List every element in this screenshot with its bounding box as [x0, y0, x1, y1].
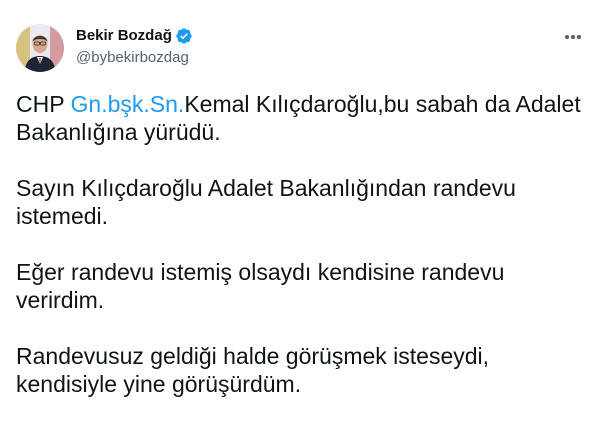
tweet-paragraph-4: Randevusuz geldiği halde görüşmek istese…: [16, 343, 490, 397]
tweet-text: CHP Gn.bşk.Sn.Kemal Kılıçdaroğlu,bu saba…: [16, 90, 586, 426]
tweet-paragraph-2: Sayın Kılıçdaroğlu Adalet Bakanlığından …: [16, 175, 516, 229]
more-dot: [565, 35, 569, 39]
more-options-icon[interactable]: [560, 26, 586, 48]
more-dot: [571, 35, 575, 39]
author-block: Bekir Bozdağ @bybekirbozdag: [76, 26, 538, 70]
tweet-card: Bekir Bozdağ @bybekirbozdag CHP Gn.bşk.S…: [0, 0, 598, 401]
more-dot: [577, 35, 581, 39]
verified-badge-icon: [175, 27, 193, 45]
tweet-paragraph-3: Eğer randevu istemiş olsaydı kendisine r…: [16, 259, 505, 313]
tweet-paragraph-1: CHP Gn.bşk.Sn.Kemal Kılıçdaroğlu,bu saba…: [16, 90, 586, 146]
text-prefix: CHP: [16, 91, 71, 117]
handle[interactable]: @bybekirbozdag: [76, 48, 538, 68]
avatar[interactable]: [16, 24, 64, 72]
tweet-link[interactable]: Gn.bşk.Sn.: [71, 91, 185, 117]
display-name[interactable]: Bekir Bozdağ: [76, 26, 172, 46]
name-row: Bekir Bozdağ: [76, 26, 538, 46]
